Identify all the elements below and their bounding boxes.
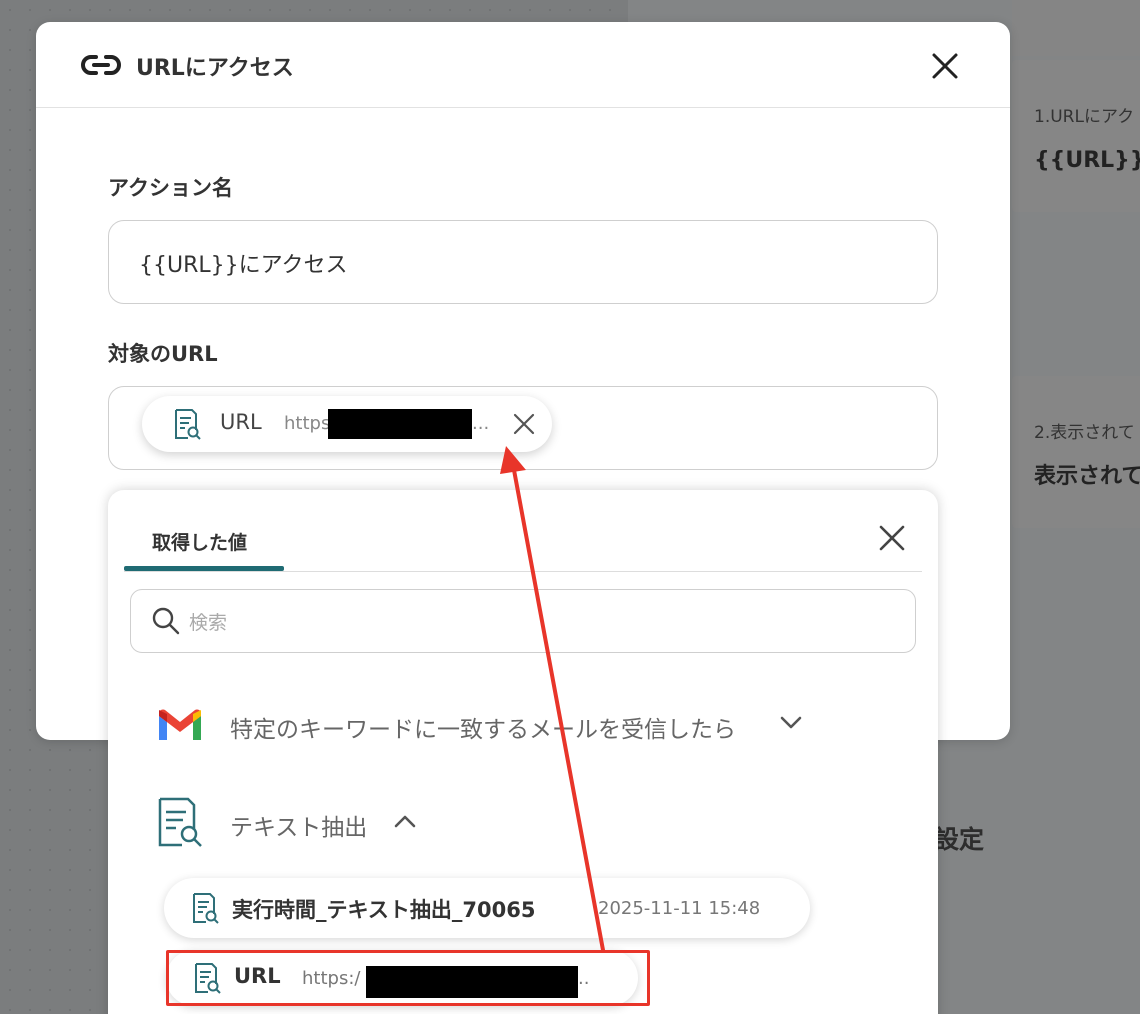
list-item-value: 2025-11-11 15:48	[598, 898, 761, 919]
annotation-highlight-box	[166, 950, 650, 1006]
search-icon	[152, 607, 180, 635]
selected-chip-label: URL	[220, 410, 262, 434]
step-card-1-title: {{URL}}に	[1034, 148, 1140, 173]
list-item-execution-time[interactable]: 実行時間_テキスト抽出_70065 2025-11-11 15:48	[164, 878, 810, 938]
step-card-1-subtitle: 1.URLにアク	[1034, 107, 1135, 127]
tab-divider	[124, 571, 922, 572]
modal-header: URLにアクセス	[36, 22, 1010, 108]
document-search-icon	[158, 797, 202, 847]
action-name-value: {{URL}}にアクセス	[139, 253, 348, 278]
background-setting-text: 設定	[934, 825, 985, 854]
tab-fetched-values[interactable]: 取得した値	[152, 528, 247, 555]
group-gmail-label: 特定のキーワードに一致するメールを受信したら	[230, 717, 736, 743]
document-search-icon	[175, 409, 201, 440]
background-step-card-1: 1.URLにアク {{URL}}に	[1012, 60, 1140, 212]
action-name-label: アクション名	[108, 176, 233, 200]
close-icon[interactable]	[930, 51, 960, 81]
chevron-up-icon[interactable]	[394, 814, 416, 828]
selected-chip-ellipsis: ...	[472, 413, 490, 434]
list-item-label: 実行時間_テキスト抽出_70065	[232, 898, 536, 922]
link-icon	[81, 55, 121, 75]
step-card-2-subtitle: 2.表示されて	[1034, 423, 1135, 443]
action-name-input[interactable]: {{URL}}にアクセス	[108, 220, 938, 304]
step-card-2-title: 表示されて	[1034, 464, 1140, 489]
group-text-extraction-label: テキスト抽出	[230, 815, 368, 841]
search-placeholder: 検索	[189, 612, 228, 634]
target-url-label: 対象のURL	[108, 342, 218, 366]
gmail-icon	[159, 709, 201, 740]
modal-title: URLにアクセス	[136, 56, 294, 81]
remove-chip-icon[interactable]	[512, 412, 536, 436]
document-search-icon	[193, 893, 219, 924]
background-top-strip	[1012, 0, 1140, 56]
search-input[interactable]: 検索	[130, 589, 916, 653]
close-icon[interactable]	[878, 524, 906, 552]
chevron-down-icon[interactable]	[780, 716, 802, 730]
background-step-card-2: 2.表示されて 表示されて	[1012, 376, 1140, 528]
redacted-block	[328, 409, 472, 439]
selected-url-chip[interactable]: URL https: ...	[142, 396, 552, 452]
